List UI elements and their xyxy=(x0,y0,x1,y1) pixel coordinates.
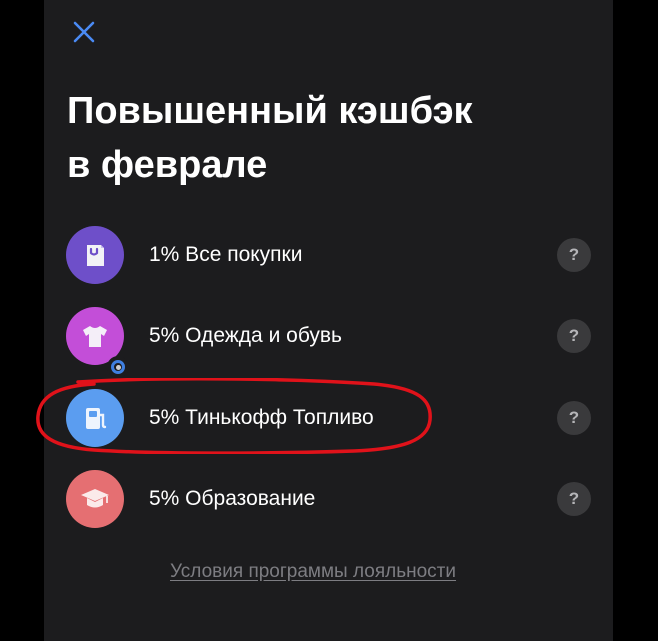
shopping-bag-icon xyxy=(66,226,124,284)
cashback-item-label: 1% Все покупки xyxy=(149,243,303,266)
cashback-item-clothing[interactable]: 5% Одежда и обувь ? xyxy=(66,307,596,378)
cashback-item-label: 5% Тинькофф Топливо xyxy=(149,406,374,429)
title-line-2: в феврале xyxy=(67,144,268,186)
page-title: Повышенный кэшбэк в феврале xyxy=(67,84,587,192)
help-icon[interactable]: ? xyxy=(557,319,591,353)
help-icon[interactable]: ? xyxy=(557,401,591,435)
cashback-item-fuel[interactable]: 5% Тинькофф Топливо ? xyxy=(66,389,596,449)
cashback-item-label: 5% Одежда и обувь xyxy=(149,324,342,347)
help-icon[interactable]: ? xyxy=(557,238,591,272)
cashback-item-all-purchases[interactable]: 1% Все покупки ? xyxy=(66,226,596,286)
help-icon[interactable]: ? xyxy=(557,482,591,516)
cashback-item-education[interactable]: 5% Образование ? xyxy=(66,470,596,530)
cashback-item-label: 5% Образование xyxy=(149,487,316,510)
close-icon[interactable] xyxy=(72,20,96,44)
title-line-1: Повышенный кэшбэк xyxy=(67,90,473,132)
status-badge xyxy=(107,356,129,378)
loyalty-terms-link[interactable]: Условия программы лояльности xyxy=(170,561,456,583)
fuel-pump-icon xyxy=(66,389,124,447)
graduation-cap-icon xyxy=(66,470,124,528)
